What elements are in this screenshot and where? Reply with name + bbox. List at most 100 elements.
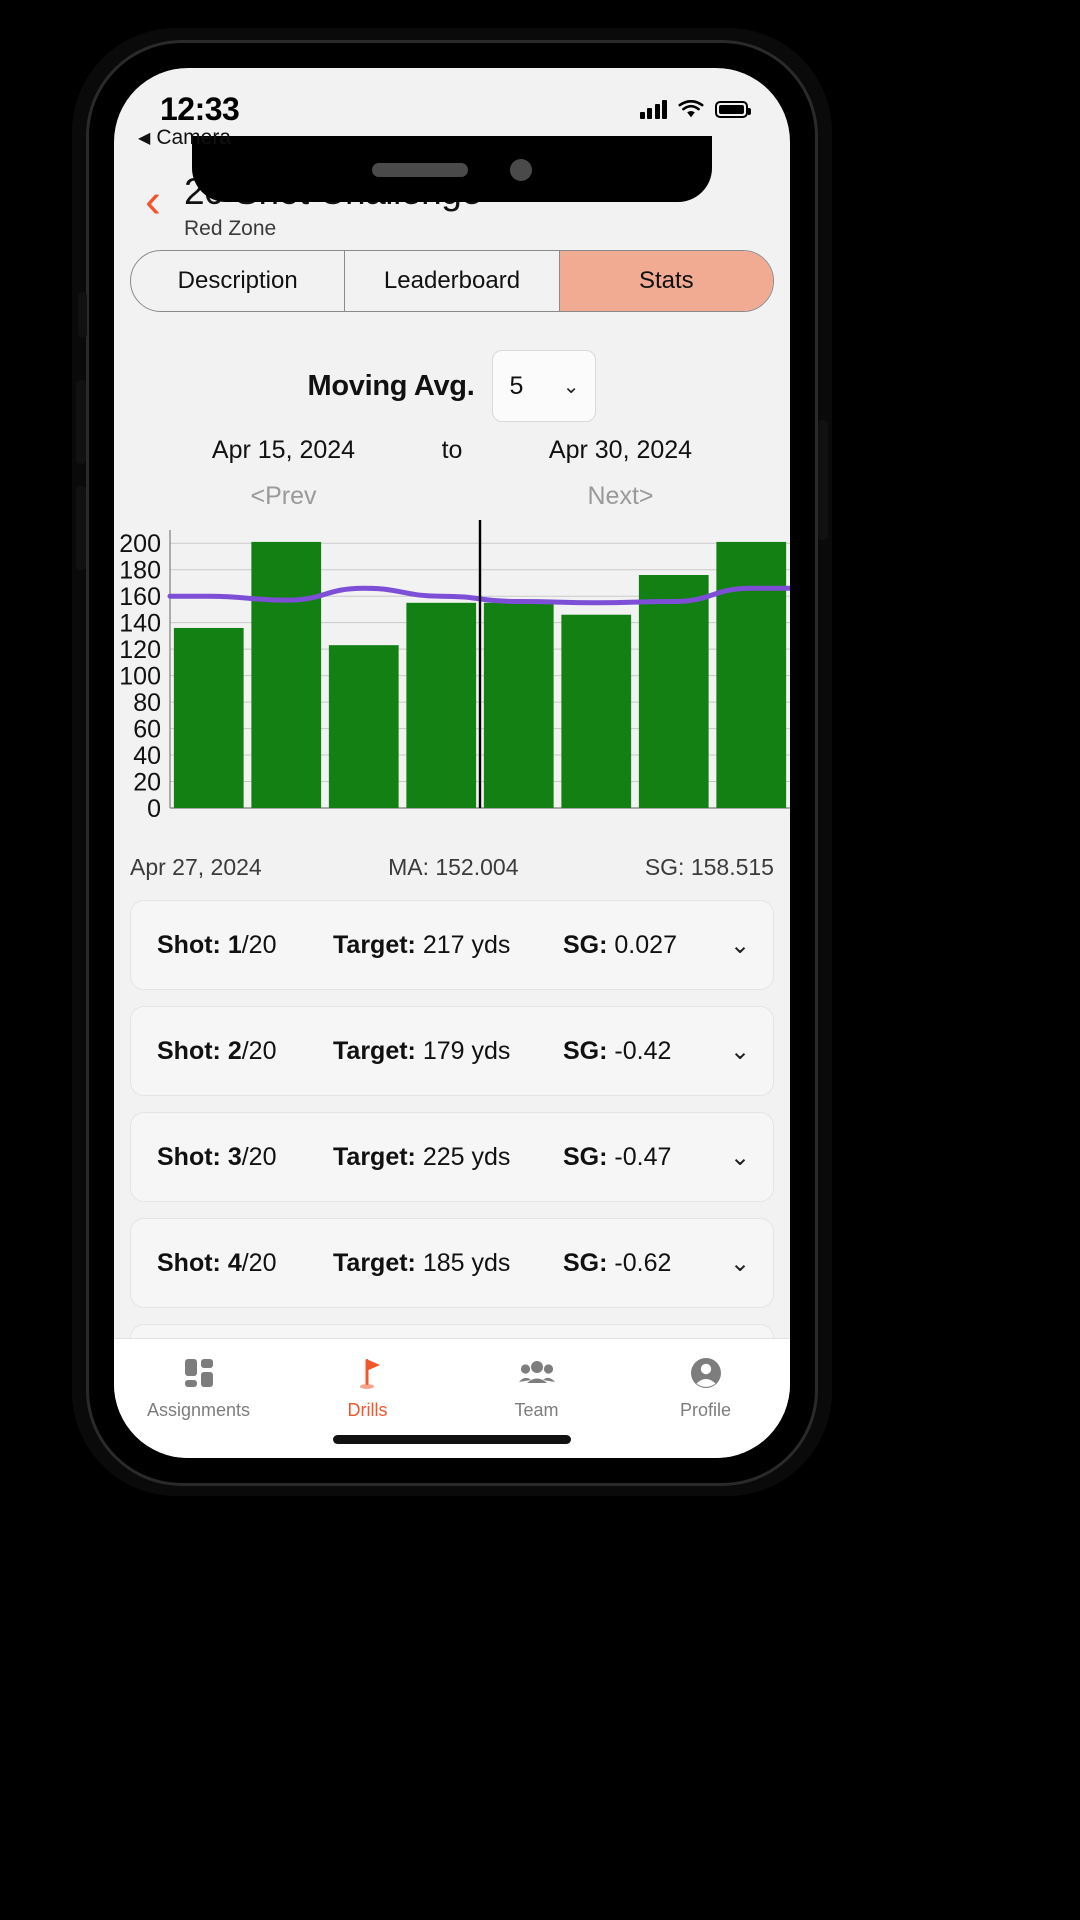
target-value: 185 yds: [422, 1248, 511, 1277]
golf-flag-icon: [348, 1353, 388, 1393]
chart-bar[interactable]: [406, 602, 477, 808]
dynamic-island: [302, 144, 602, 196]
sg-label: SG:: [563, 1248, 608, 1277]
shot-label: Shot:: [157, 1248, 221, 1277]
y-axis-tick-label: 100: [119, 663, 161, 691]
shot-value: 4: [227, 1248, 242, 1277]
prev-period-button[interactable]: <Prev: [152, 482, 415, 511]
chevron-left-icon[interactable]: ‹: [136, 178, 170, 226]
cellular-signal-icon: [639, 99, 667, 119]
shot-total: /20: [241, 1248, 277, 1277]
sg-label: SG:: [563, 1036, 608, 1065]
chevron-down-icon: ⌄: [562, 375, 580, 398]
shot-list[interactable]: Shot: 1/20 Target: 217 yds SG: 0.027 ⌄ Shot:…: [114, 900, 790, 1380]
silent-switch[interactable]: [78, 292, 87, 338]
status-bar-indicators: [639, 99, 751, 119]
chart-bar[interactable]: [251, 541, 322, 808]
chart-summary-row: Apr 27, 2024 MA: 152.004 SG: 158.515: [114, 854, 790, 881]
chevron-down-icon[interactable]: ⌄: [717, 1249, 763, 1278]
screenshot-stage: 12:33 ◀ Camera ‹ 20 Shot Challenge Red Z…: [0, 0, 1080, 1920]
chart-summary-ma: MA: 152.004: [388, 854, 519, 880]
power-button[interactable]: [818, 420, 828, 540]
people-group-icon: [517, 1353, 557, 1393]
target-label: Target:: [333, 1036, 416, 1065]
shot-target-cell: Target: 179 yds: [333, 1037, 563, 1066]
shot-label: Shot:: [157, 1036, 221, 1065]
nav-label-team: Team: [514, 1400, 559, 1420]
back-to-camera-link[interactable]: ◀ Camera: [138, 126, 231, 150]
y-axis-tick-label: 60: [133, 716, 161, 744]
target-label: Target:: [333, 1142, 416, 1171]
shot-value: 2: [227, 1036, 242, 1065]
chart-bar[interactable]: [173, 627, 244, 808]
shot-target-cell: Target: 217 yds: [333, 931, 563, 960]
nav-item-drills[interactable]: Drills: [283, 1353, 452, 1421]
chart-bar[interactable]: [638, 575, 709, 808]
nav-item-profile[interactable]: Profile: [621, 1353, 790, 1421]
shot-card[interactable]: Shot: 3/20 Target: 225 yds SG: -0.47 ⌄: [130, 1112, 774, 1202]
tab-description[interactable]: Description: [131, 251, 346, 311]
shot-value: 3: [227, 1142, 242, 1171]
chevron-down-icon[interactable]: ⌄: [717, 1037, 763, 1066]
shot-number-cell: Shot: 3/20: [157, 1143, 333, 1172]
y-axis-tick-label: 200: [119, 530, 161, 558]
y-axis-tick-label: 160: [119, 583, 161, 611]
sg-value: -0.62: [614, 1248, 672, 1277]
tab-stats[interactable]: Stats: [559, 251, 773, 311]
back-app-label: Camera: [156, 126, 232, 149]
wifi-icon: [678, 99, 704, 117]
date-range-row: Apr 15, 2024 to Apr 30, 2024: [114, 436, 790, 465]
y-axis-tick-label: 120: [119, 636, 161, 664]
date-range-end: Apr 30, 2024: [548, 436, 693, 464]
next-period-button[interactable]: Next>: [489, 482, 752, 511]
shot-card[interactable]: Shot: 1/20 Target: 217 yds SG: 0.027 ⌄: [130, 900, 774, 990]
home-indicator[interactable]: [333, 1435, 571, 1444]
status-bar-time: 12:33: [160, 90, 240, 127]
chevron-down-icon[interactable]: ⌄: [717, 931, 763, 960]
y-axis-tick-label: 40: [133, 742, 161, 770]
shot-total: /20: [241, 1036, 277, 1065]
chart-summary-date: Apr 27, 2024: [130, 854, 262, 880]
shot-sg-cell: SG: -0.42: [563, 1037, 717, 1066]
y-axis-tick-label: 80: [133, 689, 161, 717]
chart-bar[interactable]: [561, 614, 632, 808]
shot-target-cell: Target: 225 yds: [333, 1143, 563, 1172]
chart-bar[interactable]: [483, 602, 554, 808]
chart-canvas: 020406080100120140160180200: [119, 520, 790, 823]
segmented-tabs: Description Leaderboard Stats: [130, 250, 774, 312]
volume-up-button[interactable]: [76, 380, 86, 464]
shot-label: Shot:: [157, 930, 221, 959]
y-axis-tick-label: 0: [147, 795, 161, 823]
y-axis-tick-label: 140: [119, 610, 161, 638]
moving-average-row: Moving Avg. 5 ⌄: [114, 350, 790, 422]
target-value: 225 yds: [422, 1142, 511, 1171]
chart-bar[interactable]: [716, 541, 787, 808]
date-nav-row: <Prev Next>: [114, 482, 790, 511]
tab-leaderboard[interactable]: Leaderboard: [345, 251, 560, 311]
sg-label: SG:: [563, 930, 608, 959]
shot-number-cell: Shot: 1/20: [157, 931, 333, 960]
date-range-separator: to: [441, 436, 463, 464]
shot-total: /20: [241, 1142, 277, 1171]
shot-card[interactable]: Shot: 4/20 Target: 185 yds SG: -0.62 ⌄: [130, 1218, 774, 1308]
moving-average-select[interactable]: 5 ⌄: [492, 350, 597, 422]
chevron-down-icon[interactable]: ⌄: [717, 1143, 763, 1172]
y-axis-tick-label: 180: [119, 557, 161, 585]
sg-value: -0.42: [614, 1036, 672, 1065]
volume-down-button[interactable]: [76, 486, 86, 570]
battery-icon: [715, 100, 751, 118]
page-subtitle: Red Zone: [184, 217, 277, 240]
nav-item-team[interactable]: Team: [452, 1353, 621, 1421]
shot-target-cell: Target: 185 yds: [333, 1249, 563, 1278]
stats-chart[interactable]: 0 20 40 60 80 100 120 140 160 180 200: [114, 520, 790, 832]
shot-number-cell: Shot: 4/20: [157, 1249, 333, 1278]
nav-label-profile: Profile: [679, 1400, 732, 1420]
nav-label-assignments: Assignments: [146, 1400, 251, 1420]
sg-label: SG:: [563, 1142, 608, 1171]
shot-card[interactable]: Shot: 2/20 Target: 179 yds SG: -0.42 ⌄: [130, 1006, 774, 1096]
target-label: Target:: [333, 1248, 416, 1277]
chart-bar[interactable]: [328, 645, 399, 808]
nav-item-assignments[interactable]: Assignments: [114, 1353, 283, 1421]
phone-screen: 12:33 ◀ Camera ‹ 20 Shot Challenge Red Z…: [114, 68, 790, 1458]
moving-average-value: 5: [509, 371, 524, 400]
